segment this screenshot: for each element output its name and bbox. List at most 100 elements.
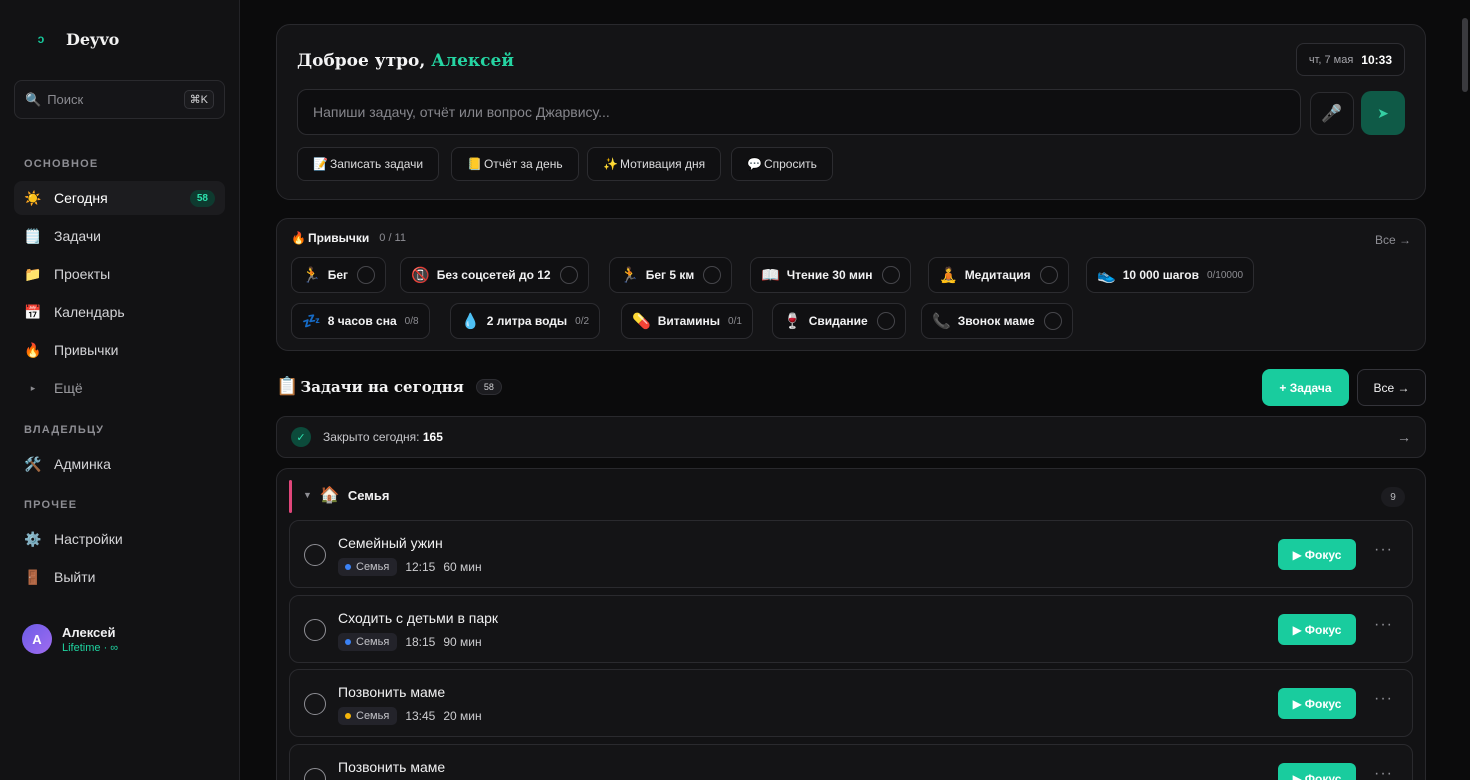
- habit-chip[interactable]: 💊 Витамины 0/1: [621, 303, 753, 339]
- task-meta: Семья 12:15 60 мин: [338, 558, 482, 576]
- user-profile[interactable]: А Алексей Lifetime · ∞: [22, 624, 118, 654]
- habit-label: Витамины: [657, 314, 721, 328]
- sidebar-item-more[interactable]: ▸ Ещё: [14, 371, 225, 405]
- task-row[interactable]: Сходить с детьми в парк Семья 18:15 90 м…: [289, 595, 1413, 663]
- quick-action-ask[interactable]: 💬 Спросить: [731, 147, 833, 181]
- all-tasks-button[interactable]: Все →: [1357, 369, 1426, 406]
- habit-chip[interactable]: 🍷 Свидание: [772, 303, 906, 339]
- sidebar-item-habits[interactable]: 🔥 Привычки: [14, 333, 225, 367]
- focus-label: Фокус: [1304, 696, 1342, 711]
- sidebar-item-today[interactable]: ☀️ Сегодня 58: [14, 181, 225, 215]
- habit-chip[interactable]: 🏃 Бег: [291, 257, 386, 293]
- quick-action-day-report[interactable]: 📒 Отчёт за день: [451, 147, 579, 181]
- task-complete-radio[interactable]: [304, 544, 326, 566]
- no-phone-icon: 📵: [411, 267, 430, 284]
- task-tag: Семья: [338, 707, 398, 725]
- main-scrollbar[interactable]: [1460, 0, 1468, 780]
- habit-chip[interactable]: 👟 10 000 шагов 0/10000: [1086, 257, 1255, 293]
- section-title-other: ПРОЧЕЕ: [24, 499, 78, 511]
- sidebar-item-logout[interactable]: 🚪 Выйти: [14, 560, 225, 594]
- folder-icon: 📁: [24, 265, 42, 282]
- task-group-family: ▼ 🏠 Семья 9 Семейный ужин Семья 12:15 60…: [276, 468, 1426, 780]
- task-duration: 60 мин: [443, 560, 482, 574]
- sidebar-item-admin[interactable]: 🛠️ Админка: [14, 447, 225, 481]
- habit-checkbox[interactable]: [1043, 312, 1062, 330]
- sidebar-item-projects[interactable]: 📁 Проекты: [14, 257, 225, 291]
- task-row[interactable]: Позвонить маме Семья 13:45 20 мин ▶ Фоку…: [289, 669, 1413, 737]
- task-title: Сходить с детьми в парк: [338, 610, 499, 626]
- focus-button[interactable]: ▶ Фокус: [1278, 763, 1356, 780]
- tag-dot: [345, 713, 351, 719]
- focus-label: Фокус: [1304, 547, 1342, 562]
- task-complete-radio[interactable]: [304, 619, 326, 641]
- habit-chip[interactable]: 💧 2 литра воды 0/2: [450, 303, 601, 339]
- add-task-button[interactable]: + Задача: [1262, 369, 1349, 406]
- habit-chip[interactable]: 🏃 Бег 5 км: [609, 257, 733, 293]
- search-placeholder: Поиск: [47, 92, 84, 107]
- sidebar-item-label: Привычки: [54, 342, 119, 358]
- task-time: 18:15: [405, 635, 436, 649]
- habit-checkbox[interactable]: [559, 266, 578, 284]
- pill-icon: 💊: [632, 313, 651, 330]
- habit-chip[interactable]: 🧘 Медитация: [928, 257, 1069, 293]
- task-row[interactable]: Семейный ужин Семья 12:15 60 мин ▶ Фокус…: [289, 520, 1413, 588]
- mic-button[interactable]: 🎤: [1310, 92, 1354, 135]
- habit-checkbox[interactable]: [1039, 266, 1058, 284]
- habit-chip[interactable]: 💤 8 часов сна 0/8: [291, 303, 430, 339]
- quick-action-motivation[interactable]: ✨ Мотивация дня: [587, 147, 722, 181]
- habit-label: Бег 5 км: [645, 268, 695, 282]
- play-icon: ▶: [1292, 547, 1302, 562]
- sidebar-item-tasks[interactable]: 🗒️ Задачи: [14, 219, 225, 253]
- habits-card: 🔥 Привычки 0 / 11 Все → 🏃 Бег 📵 Без соцс…: [276, 218, 1426, 351]
- more-options-icon[interactable]: ···: [1374, 690, 1393, 708]
- tools-icon: 🛠️: [24, 455, 42, 472]
- habit-chip[interactable]: 📵 Без соцсетей до 12: [400, 257, 589, 293]
- more-options-icon[interactable]: ···: [1374, 616, 1393, 634]
- group-name: Семья: [347, 487, 390, 503]
- focus-button[interactable]: ▶ Фокус: [1278, 688, 1356, 719]
- sidebar-item-calendar[interactable]: 📅 Календарь: [14, 295, 225, 329]
- quick-action-label: Записать задачи: [329, 157, 424, 171]
- current-time: 10:33: [1361, 52, 1392, 67]
- closed-today-count: 165: [422, 430, 443, 444]
- app-logo[interactable]: ↄ Deyvo: [28, 28, 120, 50]
- play-icon: ▶: [1292, 622, 1302, 637]
- search-input[interactable]: 🔍 Поиск ⌘K: [14, 80, 225, 119]
- focus-button[interactable]: ▶ Фокус: [1278, 539, 1356, 570]
- habit-checkbox[interactable]: [356, 266, 375, 284]
- habit-checkbox[interactable]: [703, 266, 722, 284]
- habits-all-link[interactable]: Все →: [1375, 233, 1411, 247]
- closed-today-bar[interactable]: ✓ Закрыто сегодня: 165 →: [276, 416, 1426, 458]
- app-name: Deyvo: [66, 29, 120, 49]
- focus-button[interactable]: ▶ Фокус: [1278, 614, 1356, 645]
- speech-bubble-icon: 💬: [747, 157, 762, 171]
- task-row[interactable]: Позвонить маме ▶ Фокус ···: [289, 744, 1413, 780]
- habit-checkbox[interactable]: [881, 266, 900, 284]
- current-date: чт, 7 мая: [1308, 53, 1354, 66]
- assistant-input[interactable]: Напиши задачу, отчёт или вопрос Джарвису…: [297, 89, 1301, 135]
- play-icon: ▶: [1292, 771, 1302, 780]
- habit-chip[interactable]: 📞 Звонок маме: [921, 303, 1073, 339]
- more-options-icon[interactable]: ···: [1374, 765, 1393, 780]
- sidebar: ↄ Deyvo 🔍 Поиск ⌘K ОСНОВНОЕ ☀️ Сегодня 5…: [0, 0, 240, 780]
- task-duration: 20 мин: [443, 709, 482, 723]
- sidebar-item-label: Проекты: [54, 266, 111, 282]
- fire-icon: 🔥: [291, 231, 306, 245]
- habits-title: 🔥 Привычки 0 / 11: [291, 231, 406, 245]
- sleep-icon: 💤: [302, 313, 321, 330]
- task-tag-label: Семья: [356, 561, 390, 573]
- task-complete-radio[interactable]: [304, 768, 326, 780]
- send-button[interactable]: ➤: [1361, 91, 1405, 135]
- arrow-right-icon: →: [1397, 429, 1411, 445]
- sidebar-item-label: Задачи: [54, 228, 102, 244]
- task-title: Позвонить маме: [338, 759, 446, 775]
- habit-checkbox[interactable]: [876, 312, 895, 330]
- task-complete-radio[interactable]: [304, 693, 326, 715]
- more-options-icon[interactable]: ···: [1374, 541, 1393, 559]
- sidebar-item-settings[interactable]: ⚙️ Настройки: [14, 522, 225, 556]
- scrollbar-thumb[interactable]: [1462, 18, 1468, 92]
- habit-label: 10 000 шагов: [1122, 268, 1199, 282]
- quick-action-write-tasks[interactable]: 📝 Записать задачи: [297, 147, 440, 181]
- group-header[interactable]: ▼ 🏠 Семья: [303, 485, 389, 505]
- habit-chip[interactable]: 📖 Чтение 30 мин: [750, 257, 911, 293]
